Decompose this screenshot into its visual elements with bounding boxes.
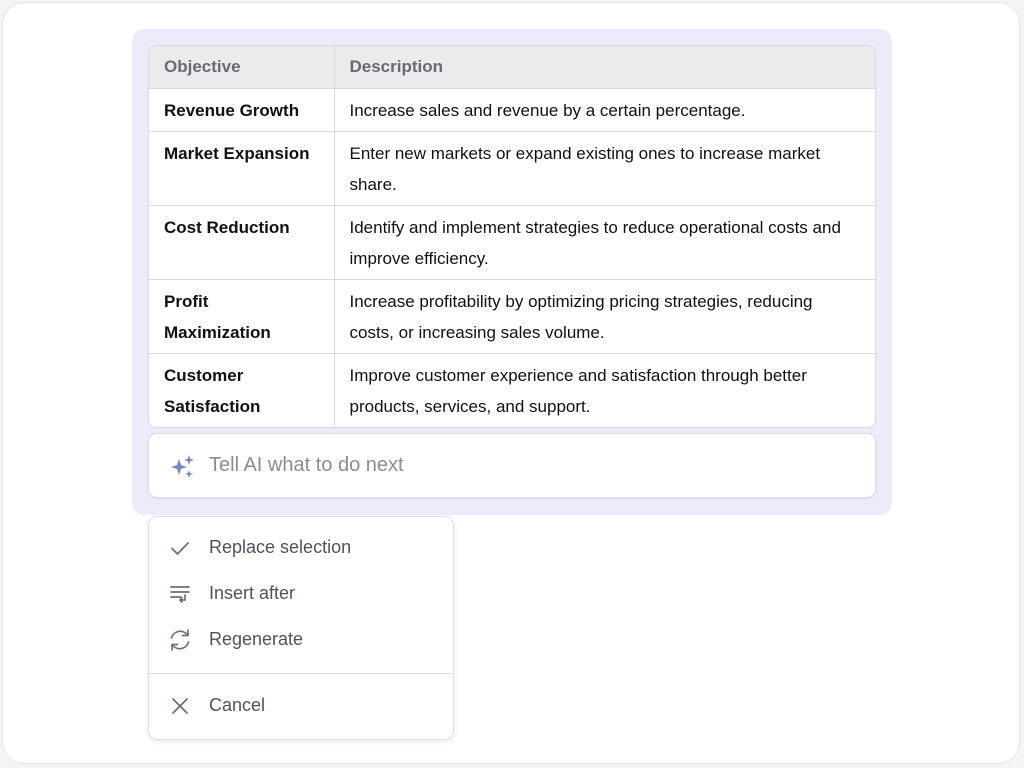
description-cell: Identify and implement strategies to red… bbox=[333, 204, 875, 279]
menu-item-regenerate[interactable]: Regenerate bbox=[149, 618, 453, 662]
close-icon bbox=[172, 698, 188, 714]
table-header-row: Objective Description bbox=[149, 46, 875, 89]
objective-cell: Profit Maximization bbox=[149, 278, 334, 353]
menu-item-insert-after[interactable]: Insert after bbox=[149, 572, 453, 616]
objectives-table: Objective Description Revenue Growth Inc… bbox=[148, 45, 876, 428]
menu-item-label: Replace selection bbox=[209, 537, 352, 557]
refresh-icon bbox=[170, 629, 190, 651]
sparkle-icon bbox=[171, 455, 194, 478]
objective-cell: Cost Reduction bbox=[149, 204, 334, 279]
objective-cell: Customer Satisfaction bbox=[149, 352, 334, 427]
table-row: Revenue Growth Increase sales and revenu… bbox=[149, 88, 875, 131]
menu-item-replace-selection[interactable]: Replace selection bbox=[149, 526, 453, 570]
description-cell: Enter new markets or expand existing one… bbox=[333, 130, 875, 205]
objective-cell: Revenue Growth bbox=[164, 100, 300, 120]
insert-after-icon bbox=[170, 586, 190, 603]
ai-action-menu: Replace selection Insert after Regenerat… bbox=[148, 516, 454, 740]
prompt-placeholder: Tell AI what to do next bbox=[209, 454, 404, 476]
description-cell: Increase sales and revenue by a certain … bbox=[333, 88, 875, 131]
column-header-objective: Objective bbox=[149, 46, 334, 89]
table-row: Market Expansion Enter new markets or ex… bbox=[149, 130, 875, 205]
check-icon bbox=[171, 542, 189, 555]
description-cell: Increase profitability by optimizing pri… bbox=[333, 278, 875, 353]
ai-prompt-input[interactable]: Tell AI what to do next bbox=[148, 433, 876, 498]
menu-item-label: Cancel bbox=[209, 695, 266, 715]
menu-item-label: Insert after bbox=[209, 583, 296, 603]
menu-item-label: Regenerate bbox=[209, 629, 304, 649]
menu-item-cancel[interactable]: Cancel bbox=[149, 684, 453, 728]
table-row: Profit Maximization Increase profitabili… bbox=[149, 278, 875, 353]
objective-cell: Market Expansion bbox=[149, 130, 334, 205]
column-header-description: Description bbox=[333, 46, 875, 89]
description-cell: Improve customer experience and satisfac… bbox=[333, 352, 875, 427]
table-row: Cost Reduction Identify and implement st… bbox=[149, 204, 875, 279]
table-row: Customer Satisfaction Improve customer e… bbox=[149, 352, 875, 427]
menu-divider bbox=[149, 673, 453, 674]
